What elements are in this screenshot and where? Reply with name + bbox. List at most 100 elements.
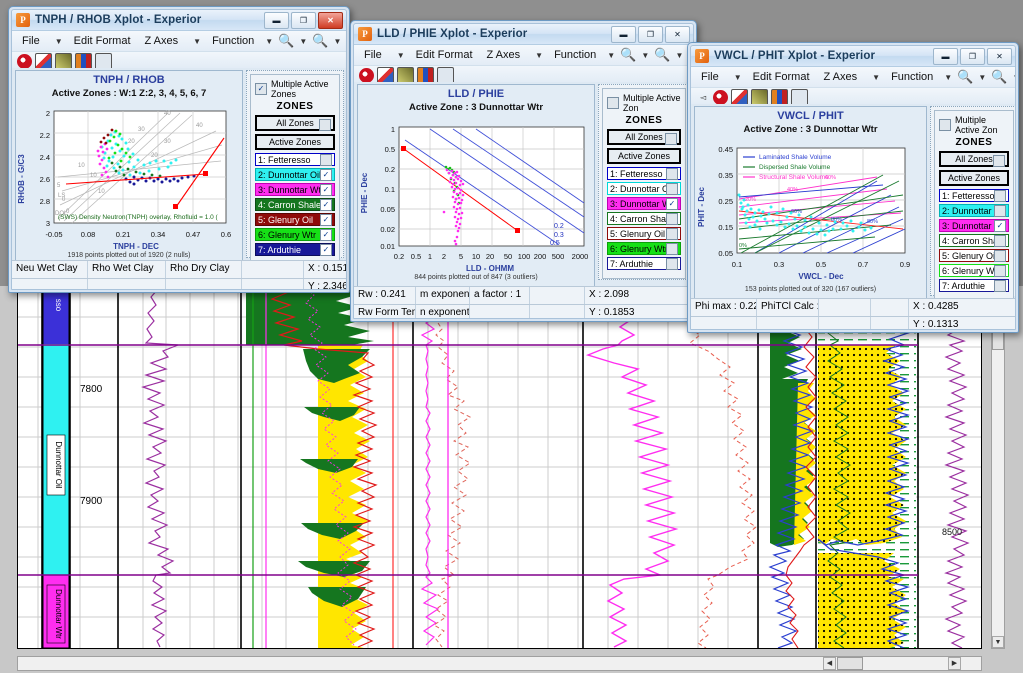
status-phitcl-calc[interactable]: PhiTCl Calc : [757, 299, 819, 317]
zone-checkbox[interactable]: ✓ [666, 197, 678, 210]
menu-function[interactable]: Function [205, 33, 261, 49]
maximize-button[interactable]: ❐ [291, 12, 316, 29]
plot-vwcl-phit[interactable]: VWCL / PHIT Active Zone : 3 Dunnottar Wt… [694, 106, 927, 304]
titlebar-lld-phie[interactable]: P LLD / PHIE Xplot - Experior ▬ ❐ ✕ [354, 24, 693, 45]
menu-z-axes[interactable]: Z Axes [817, 69, 865, 85]
zone-checkbox[interactable]: ✓ [320, 228, 332, 241]
zone-checkbox[interactable] [666, 182, 678, 195]
minimize-button[interactable]: ▬ [933, 48, 958, 65]
zone-checkbox[interactable]: ✓ [320, 168, 332, 181]
active-zones-button[interactable]: Active Zones [607, 148, 681, 164]
file-dropdown-arrow[interactable]: ▼ [730, 73, 746, 82]
multiple-active-zones-row[interactable]: ✓ Multiple Active Zones [255, 79, 335, 99]
status-blank-1[interactable] [819, 299, 871, 317]
status-blank-3[interactable] [691, 317, 757, 329]
zone-item-4[interactable]: 4: Carron Shale [607, 212, 681, 225]
function-dropdown-arrow[interactable]: ▼ [940, 73, 956, 82]
histogram-icon[interactable] [771, 88, 789, 106]
zone-item-2[interactable]: 2: Dunnottar Oil [607, 182, 681, 195]
close-button[interactable]: ✕ [318, 12, 343, 29]
zone-item-5[interactable]: 5: Glenury Oil ✓ [255, 213, 335, 226]
menubar-lld-phie[interactable]: File ▼ Edit Format Z Axes ▼ Function ▼ 🔍… [354, 45, 693, 66]
zone-item-3[interactable]: 3: Dunnottar Wtr ✓ [607, 197, 681, 210]
function-dropdown-arrow[interactable]: ▼ [261, 37, 277, 46]
zoom-out-dropdown-arrow[interactable]: ▼ [329, 37, 345, 46]
copy-icon[interactable] [95, 52, 112, 70]
all-zones-button[interactable]: All Zones [939, 151, 1009, 167]
menu-z-axes[interactable]: Z Axes [480, 47, 528, 63]
zaxes-dropdown-arrow[interactable]: ▼ [189, 37, 205, 46]
clock-icon[interactable] [359, 67, 374, 83]
all-zones-button[interactable]: All Zones [607, 129, 681, 145]
zone-checkbox[interactable] [994, 279, 1006, 292]
zone-item-5[interactable]: 5: Glenury Oil [939, 249, 1009, 262]
multiple-active-zones-checkbox[interactable]: ✓ [255, 83, 267, 95]
status-blank-2[interactable] [12, 279, 88, 289]
zone-checkbox[interactable]: ✓ [320, 213, 332, 226]
zone-item-6[interactable]: 6: Glenury Wtr [939, 264, 1009, 277]
zones-panel-tnph-rhob[interactable]: ✓ Multiple Active Zones ZONES All Zones … [246, 70, 344, 265]
ruler-icon[interactable] [55, 52, 72, 70]
pick-icon[interactable]: ◅ [696, 93, 710, 102]
copy-icon[interactable] [791, 88, 809, 106]
zone-item-2[interactable]: 2: Dunnottar Oil [939, 204, 1009, 217]
window-tnph-rhob[interactable]: P TNPH / RHOB Xplot - Experior ▬ ❐ ✕ Fil… [8, 6, 350, 293]
zone-checkbox[interactable] [994, 264, 1006, 277]
zoom-out-icon[interactable]: 🔍 [990, 69, 1008, 85]
menubar-tnph-rhob[interactable]: File ▼ Edit Format Z Axes ▼ Function ▼ 🔍… [12, 31, 346, 52]
status-rw[interactable]: Rw : 0.241 [354, 287, 416, 305]
status-rw-form-temp[interactable]: Rw Form Tem [354, 305, 416, 318]
titlebar-vwcl-phit[interactable]: P VWCL / PHIT Xplot - Experior ▬ ❐ ✕ [691, 46, 1015, 67]
zones-panel-lld-phie[interactable]: Multiple Active Zon ZONES All Zones Acti… [598, 84, 690, 280]
menu-function[interactable]: Function [547, 47, 603, 63]
zone-item-4[interactable]: 4: Carron Shale [939, 234, 1009, 247]
zoom-in-dropdown-arrow[interactable]: ▼ [974, 73, 990, 82]
zone-checkbox[interactable]: ✓ [320, 183, 332, 196]
zaxes-dropdown-arrow[interactable]: ▼ [868, 73, 884, 82]
zoom-in-dropdown-arrow[interactable]: ▼ [637, 51, 653, 60]
scroll-down-arrow[interactable]: ▼ [992, 636, 1004, 648]
plot-tnph-rhob[interactable]: TNPH / RHOB Active Zones : W:1 Z:2, 3, 4… [15, 70, 243, 270]
well-log-tracks[interactable]: sso Dunnottar Oil Dunnottar Wtr 7800 790… [17, 286, 982, 649]
zoom-in-dropdown-arrow[interactable]: ▼ [295, 37, 311, 46]
well-log-horizontal-scrollbar[interactable]: ◀ ▶ [17, 656, 982, 671]
status-blank-4[interactable] [757, 317, 819, 329]
ruler-icon[interactable] [397, 66, 414, 84]
chart-grid-icon[interactable] [731, 88, 749, 106]
zone-item-1[interactable]: 1: Fetteresso [939, 189, 1009, 202]
histogram-icon[interactable] [417, 66, 434, 84]
menu-file[interactable]: File [15, 33, 47, 49]
window-lld-phie[interactable]: P LLD / PHIE Xplot - Experior ▬ ❐ ✕ File… [350, 20, 697, 322]
multiple-active-zones-checkbox[interactable] [607, 97, 619, 109]
status-blank-5[interactable] [819, 317, 871, 329]
zone-item-7[interactable]: 7: Arduthie [939, 279, 1009, 292]
zone-checkbox[interactable] [666, 242, 678, 255]
zoom-fit-icon[interactable]: 🔎 [345, 33, 346, 49]
menu-function[interactable]: Function [884, 69, 940, 85]
status-blank-4[interactable] [166, 279, 242, 289]
zone-checkbox[interactable]: ✓ [320, 198, 332, 211]
zone-checkbox[interactable] [994, 189, 1006, 202]
zone-item-3[interactable]: 3: Dunnottar Wtr ✓ [939, 219, 1009, 232]
menubar-vwcl-phit[interactable]: File ▼ Edit Format Z Axes ▼ Function ▼ 🔍… [691, 67, 1015, 88]
all-zones-checkbox[interactable] [993, 155, 1005, 167]
all-zones-checkbox[interactable] [665, 133, 677, 145]
well-log-vertical-scrollbar[interactable]: ▲ ▼ [991, 286, 1005, 649]
status-neu-wet-clay[interactable]: Neu Wet Clay [12, 261, 88, 279]
zone-item-5[interactable]: 5: Glenury Oil [607, 227, 681, 240]
window-vwcl-phit[interactable]: P VWCL / PHIT Xplot - Experior ▬ ❐ ✕ Fil… [687, 42, 1019, 333]
close-button[interactable]: ✕ [665, 26, 690, 43]
close-button[interactable]: ✕ [987, 48, 1012, 65]
histogram-icon[interactable] [75, 52, 92, 70]
multiple-active-zones-row[interactable]: Multiple Active Zon [607, 93, 681, 113]
zone-item-6[interactable]: 6: Glenury Wtr [607, 242, 681, 255]
status-a-factor[interactable]: a factor : 1 [470, 287, 530, 305]
zoom-in-icon[interactable]: 🔍 [277, 33, 295, 49]
zone-item-1[interactable]: 1: Fetteresso [607, 167, 681, 180]
file-dropdown-arrow[interactable]: ▼ [393, 51, 409, 60]
active-zones-button[interactable]: Active Zones [939, 170, 1009, 186]
clock-icon[interactable] [17, 53, 32, 69]
plot-lld-phie[interactable]: LLD / PHIE Active Zone : 3 Dunnottar Wtr… [357, 84, 595, 294]
clock-icon[interactable] [713, 89, 729, 105]
maximize-button[interactable]: ❐ [638, 26, 663, 43]
